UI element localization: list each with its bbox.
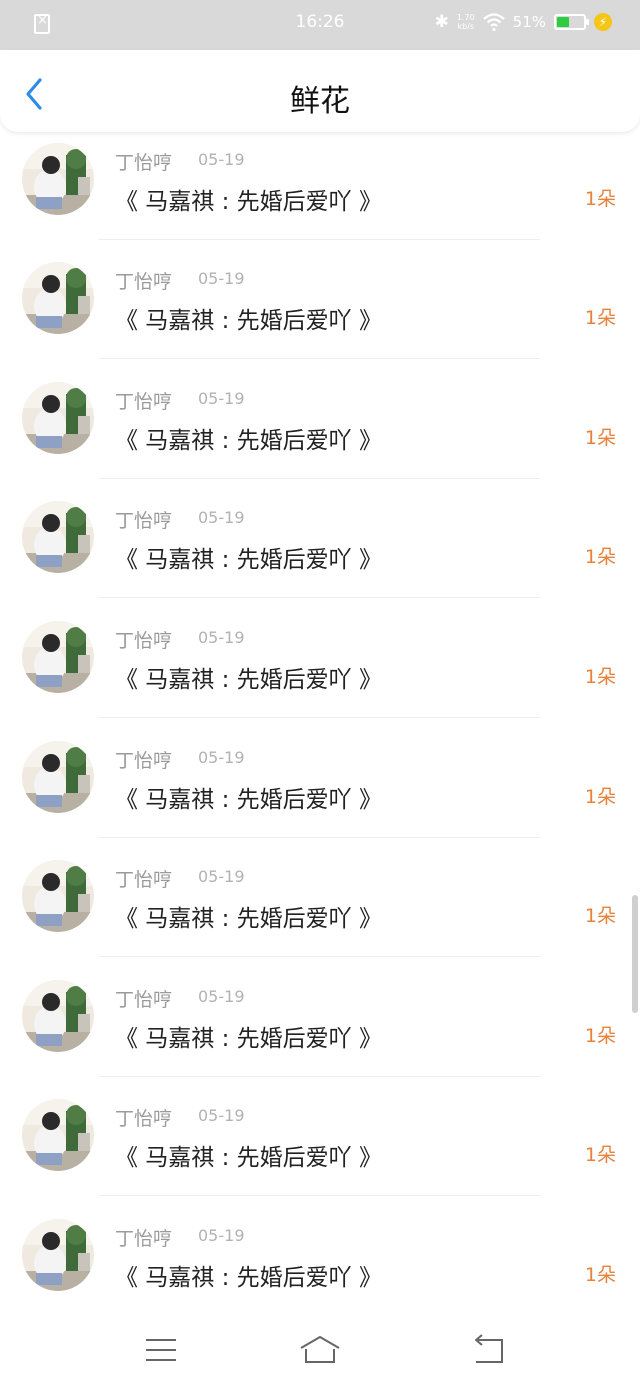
list-item[interactable]: 丁怡哼 05-19 《 马嘉祺 : 先婚后爱吖 》 1朵 (0, 837, 640, 958)
flower-count: 1朵 (584, 1264, 616, 1286)
avatar[interactable] (22, 979, 94, 1052)
book-title[interactable]: 《 马嘉祺 : 先婚后爱吖 》 (115, 1019, 382, 1053)
list-item[interactable]: 丁怡哼 05-19 《 马嘉祺 : 先婚后爱吖 》 1朵 (0, 359, 640, 479)
home-icon[interactable] (298, 1332, 342, 1368)
book-title[interactable]: 《 马嘉祺 : 先婚后爱吖 》 (115, 182, 382, 216)
header: 鲜花 (0, 50, 640, 132)
book-title[interactable]: 《 马嘉祺 : 先婚后爱吖 》 (115, 660, 382, 694)
list-item[interactable]: 丁怡哼 05-19 《 马嘉祺 : 先婚后爱吖 》 1朵 (0, 478, 640, 599)
status-icons: ✱ 1.70 kb/s 51% ⚡ (435, 12, 612, 32)
post-date: 05-19 (198, 149, 245, 169)
back-icon[interactable] (466, 1332, 510, 1368)
user-name: 丁怡哼 (115, 510, 173, 533)
book-title[interactable]: 《 马嘉祺 : 先婚后爱吖 》 (115, 1138, 382, 1172)
flower-list[interactable]: 丁怡哼 05-19 《 马嘉祺 : 先婚后爱吖 》 1朵 丁怡哼 05-19 《… (0, 60, 640, 1312)
list-item[interactable]: 丁怡哼 05-19 《 马嘉祺 : 先婚后爱吖 》 1朵 (0, 120, 640, 240)
flower-count: 1朵 (584, 426, 616, 449)
avatar[interactable] (22, 381, 94, 454)
avatar[interactable] (22, 621, 94, 693)
post-date: 05-19 (198, 628, 245, 647)
navigation-bar (0, 1312, 640, 1387)
avatar[interactable] (22, 262, 94, 335)
user-name: 丁怡哼 (115, 271, 173, 294)
post-date: 05-19 (198, 986, 245, 1006)
post-date: 05-19 (198, 388, 245, 408)
user-name: 丁怡哼 (115, 151, 173, 174)
battery-percent: 51% (512, 13, 546, 31)
post-date: 05-19 (198, 508, 245, 528)
avatar[interactable] (22, 142, 94, 215)
bluetooth-icon: ✱ (434, 12, 449, 32)
flower-count: 1朵 (584, 905, 616, 928)
book-title[interactable]: 《 马嘉祺 : 先婚后爱吖 》 (115, 540, 382, 574)
user-name: 丁怡哼 (115, 1228, 173, 1250)
flower-count: 1朵 (584, 785, 616, 808)
flower-count: 1朵 (584, 1024, 616, 1047)
post-date: 05-19 (198, 269, 245, 289)
user-name: 丁怡哼 (115, 988, 173, 1011)
list-item[interactable]: 丁怡哼 05-19 《 马嘉祺 : 先婚后爱吖 》 1朵 (0, 1076, 640, 1197)
post-date: 05-19 (198, 1226, 245, 1245)
network-speed: 1.70 kb/s (457, 13, 475, 31)
avatar[interactable] (22, 501, 94, 574)
list-item[interactable]: 丁怡哼 05-19 《 马嘉祺 : 先婚后爱吖 》 1朵 (0, 239, 640, 360)
book-title[interactable]: 《 马嘉祺 : 先婚后爱吖 》 (115, 301, 382, 335)
battery-level (557, 17, 570, 27)
flower-count: 1朵 (584, 546, 616, 569)
book-title[interactable]: 《 马嘉祺 : 先婚后爱吖 》 (115, 421, 382, 455)
user-name: 丁怡哼 (115, 1108, 173, 1131)
list-item[interactable]: 丁怡哼 05-19 《 马嘉祺 : 先婚后爱吖 》 1朵 (0, 598, 640, 718)
book-title[interactable]: 《 马嘉祺 : 先婚后爱吖 》 (115, 1258, 382, 1292)
book-title[interactable]: 《 马嘉祺 : 先婚后爱吖 》 (115, 899, 382, 933)
list-item[interactable]: 丁怡哼 05-19 《 马嘉祺 : 先婚后爱吖 》 1朵 (0, 1196, 640, 1312)
page-title: 鲜花 (290, 84, 350, 119)
avatar[interactable] (22, 860, 94, 933)
scrollbar[interactable] (632, 895, 638, 1013)
wifi-icon (482, 13, 505, 32)
list-item[interactable]: 丁怡哼 05-19 《 马嘉祺 : 先婚后爱吖 》 1朵 (0, 718, 640, 838)
flower-count: 1朵 (584, 307, 616, 330)
status-bar: 16:26 ✱ 1.70 kb/s 51% ⚡ (0, 0, 640, 50)
post-date: 05-19 (198, 1106, 245, 1126)
avatar[interactable] (22, 740, 94, 813)
user-name: 丁怡哼 (115, 869, 173, 892)
user-name: 丁怡哼 (115, 749, 173, 772)
battery-icon (554, 14, 589, 30)
charging-icon: ⚡ (594, 13, 612, 31)
menu-icon[interactable] (139, 1332, 183, 1368)
network-speed-value: 1.70 (456, 13, 475, 22)
avatar[interactable] (22, 1219, 94, 1291)
list-item[interactable]: 丁怡哼 05-19 《 马嘉祺 : 先婚后爱吖 》 1朵 (0, 957, 640, 1077)
network-speed-unit: kb/s (457, 22, 475, 31)
flower-count: 1朵 (584, 187, 616, 210)
user-name: 丁怡哼 (115, 630, 173, 652)
user-name: 丁怡哼 (115, 390, 173, 413)
post-date: 05-19 (198, 867, 245, 887)
book-title[interactable]: 《 马嘉祺 : 先婚后爱吖 》 (115, 780, 382, 814)
post-date: 05-19 (198, 747, 245, 767)
flower-count: 1朵 (584, 666, 616, 688)
avatar[interactable] (22, 1099, 94, 1172)
flower-count: 1朵 (584, 1144, 616, 1167)
